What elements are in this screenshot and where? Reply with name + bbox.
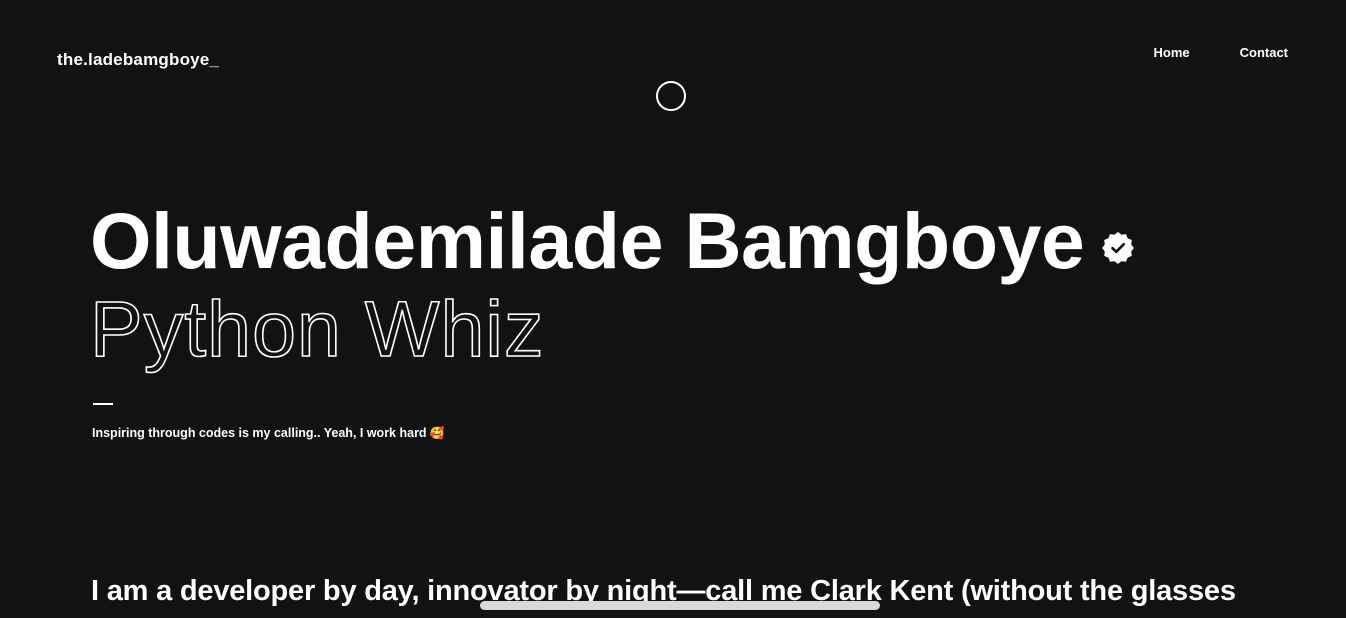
- horizontal-scrollbar[interactable]: [480, 601, 880, 610]
- hero-name-row: Oluwademilade Bamgboye: [90, 196, 1135, 286]
- hero-role: Python Whiz: [89, 283, 545, 374]
- verified-badge-icon: [1102, 232, 1135, 264]
- site-logo[interactable]: the.ladebamgboye_: [57, 50, 219, 70]
- nav-contact-link[interactable]: Contact: [1240, 45, 1288, 60]
- hero-name: Oluwademilade Bamgboye: [90, 196, 1085, 285]
- nav-home-link[interactable]: Home: [1153, 45, 1189, 60]
- main-nav: Home Contact: [1153, 45, 1288, 60]
- hero-tagline: Inspiring through codes is my calling.. …: [92, 426, 445, 440]
- smiling-hearts-emoji-icon: 🥰: [429, 426, 445, 440]
- tagline-text: Inspiring through codes is my calling.. …: [92, 426, 427, 440]
- cursor-ring-icon: [656, 81, 686, 111]
- divider-dash: [93, 403, 113, 405]
